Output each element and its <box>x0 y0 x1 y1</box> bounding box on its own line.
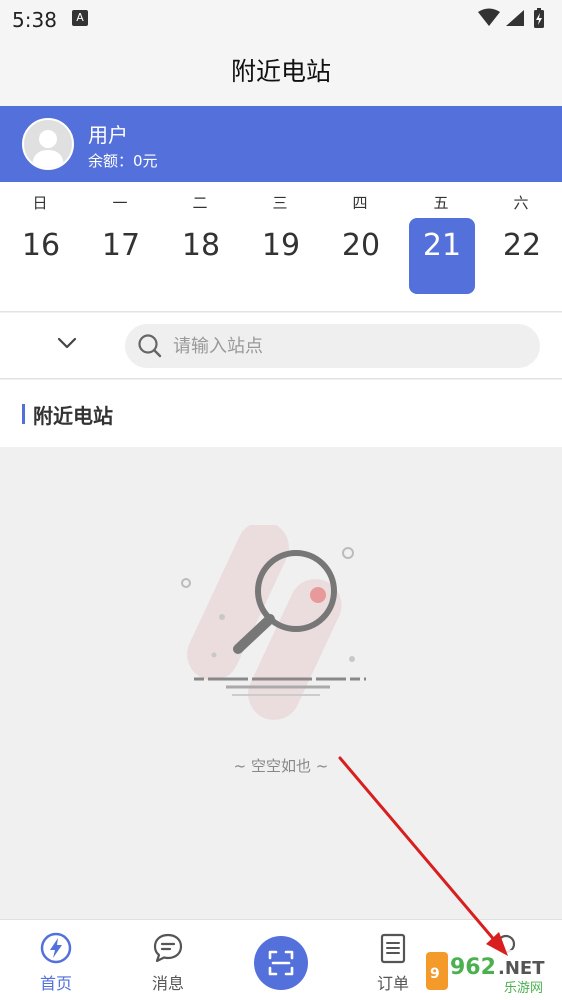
empty-search-illustration <box>181 525 366 720</box>
user-balance: 余额：0元 <box>88 152 158 170</box>
tab-home-label: 首页 <box>39 974 72 993</box>
week-calendar: 日 16 一 17 二 18 三 19 四 20 五 21 六 22 <box>0 182 562 312</box>
calendar-day[interactable]: 一 17 <box>80 182 160 312</box>
tab-home[interactable]: 首页 <box>0 920 112 1000</box>
day-number[interactable]: 19 <box>248 218 314 294</box>
wifi-icon <box>478 8 500 26</box>
day-number[interactable]: 16 <box>8 218 74 294</box>
tab-messages-label: 消息 <box>151 974 184 993</box>
calendar-day[interactable]: 二 18 <box>160 182 240 312</box>
weekday-label: 一 <box>112 194 128 212</box>
bolt-circle-icon <box>40 932 72 964</box>
status-time: 5:38 <box>12 8 57 32</box>
weekday-label: 五 <box>433 194 449 212</box>
notification-a-icon: A <box>72 10 88 26</box>
user-silhouette-icon <box>32 130 64 168</box>
calendar-day[interactable]: 三 19 <box>240 182 320 312</box>
watermark-suffix: .NET <box>498 958 545 979</box>
day-number[interactable]: 18 <box>168 218 234 294</box>
section-title: 附近电站 <box>33 404 113 428</box>
search-bar <box>0 313 562 379</box>
user-name: 用户 <box>88 123 128 147</box>
calendar-day[interactable]: 六 22 <box>481 182 561 312</box>
chat-bubble-icon <box>153 933 183 963</box>
signal-icon <box>506 10 524 26</box>
weekday-label: 四 <box>352 194 368 212</box>
page-title: 附近电站 <box>0 38 562 106</box>
chevron-down-icon[interactable] <box>56 335 78 351</box>
tab-messages[interactable]: 消息 <box>112 920 224 1000</box>
calendar-day[interactable]: 四 20 <box>320 182 400 312</box>
section-accent-bar <box>22 404 25 424</box>
empty-text: ~ 空空如也 ~ <box>233 757 329 775</box>
svg-text:9: 9 <box>430 966 440 982</box>
weekday-label: 日 <box>32 194 48 212</box>
watermark-logo: 9 962 .NET 乐游网 <box>422 950 556 996</box>
status-icons <box>478 8 544 28</box>
day-number[interactable]: 17 <box>88 218 154 294</box>
day-number-selected[interactable]: 21 <box>409 218 475 294</box>
day-number[interactable]: 20 <box>328 218 394 294</box>
weekday-label: 三 <box>272 194 288 212</box>
avatar[interactable] <box>22 118 74 170</box>
search-input[interactable] <box>173 324 523 368</box>
status-bar: 5:38 A <box>0 0 562 38</box>
calendar-day[interactable]: 日 16 <box>0 182 80 312</box>
watermark-number: 962 <box>450 955 496 980</box>
weekday-label: 二 <box>192 194 208 212</box>
scan-button[interactable] <box>254 936 308 990</box>
calendar-day-selected[interactable]: 五 21 <box>401 182 481 312</box>
search-icon <box>138 334 162 358</box>
order-list-icon <box>380 933 406 964</box>
user-header[interactable]: 用户 余额：0元 <box>0 106 562 182</box>
scan-icon <box>268 950 294 976</box>
section-header: 附近电站 <box>0 380 562 447</box>
day-number[interactable]: 22 <box>489 218 555 294</box>
search-box[interactable] <box>125 324 540 368</box>
watermark-caption: 乐游网 <box>504 981 543 996</box>
weekday-label: 六 <box>513 194 529 212</box>
empty-state: ~ 空空如也 ~ <box>0 447 562 919</box>
